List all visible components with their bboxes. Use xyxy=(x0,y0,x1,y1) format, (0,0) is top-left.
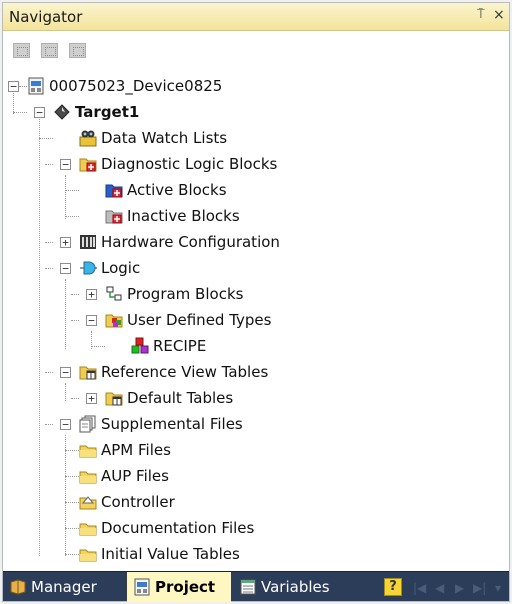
tree-label: Default Tables xyxy=(127,389,234,407)
title-bar: Navigator ⍑ × xyxy=(3,3,509,31)
navigator-tab-bar: Manager Project Variables ? |◀ ◀ ▶ ▶| ▾ xyxy=(3,571,509,602)
target-diamond-icon xyxy=(54,104,70,120)
properties-icon[interactable] xyxy=(41,43,58,58)
folder-icon xyxy=(79,158,97,172)
menu-chevron-icon[interactable]: ▾ xyxy=(495,581,501,595)
pin-icon[interactable]: ⍑ xyxy=(477,7,485,22)
tree-label: Hardware Configuration xyxy=(101,233,280,251)
expand-hardware-toggle[interactable]: + xyxy=(60,237,71,248)
manager-icon xyxy=(10,579,26,595)
documents-icon xyxy=(79,415,96,433)
tree-label: Supplemental Files xyxy=(101,415,243,433)
close-icon[interactable]: × xyxy=(493,7,505,23)
folder-icon xyxy=(79,471,97,484)
folder-icon xyxy=(79,445,97,458)
tab-manager[interactable]: Manager xyxy=(3,572,125,602)
watch-list-icon xyxy=(79,130,97,147)
project-icon xyxy=(134,578,150,596)
navigator-panel: Navigator ⍑ × − − − + − + − − + − 000750… xyxy=(2,2,510,602)
logic-icon xyxy=(80,261,97,275)
folder-icon xyxy=(79,366,97,380)
device-icon xyxy=(28,77,44,95)
tree-label: Diagnostic Logic Blocks xyxy=(101,155,278,173)
collapse-reference-toggle[interactable]: − xyxy=(60,367,71,378)
tab-label: Project xyxy=(155,578,216,596)
collapse-target-toggle[interactable]: − xyxy=(34,107,45,118)
tab-variables[interactable]: Variables xyxy=(233,572,379,602)
collapse-udt-toggle[interactable]: − xyxy=(86,315,97,326)
program-blocks-icon xyxy=(106,286,122,301)
panel-title: Navigator xyxy=(9,8,83,26)
tree-label: 00075023_Device0825 xyxy=(49,77,223,95)
tree-label: Initial Value Tables xyxy=(101,545,240,563)
tree-label: AUP Files xyxy=(101,467,169,485)
inactive-blocks-folder-icon xyxy=(105,210,123,224)
grid-view-icon[interactable] xyxy=(13,43,30,58)
last-page-icon[interactable]: ▶| xyxy=(473,581,486,595)
folder-icon xyxy=(105,392,123,406)
toolbar xyxy=(3,32,509,68)
controller-folder-icon xyxy=(79,496,97,510)
tab-label: Variables xyxy=(261,578,330,596)
folder-icon xyxy=(79,523,97,536)
prev-page-icon[interactable]: ◀ xyxy=(435,581,444,595)
collapse-device-toggle[interactable]: − xyxy=(8,81,19,92)
project-tree: − − − + − + − − + − 00075023_Device0825 … xyxy=(3,69,509,569)
tree-label: Reference View Tables xyxy=(101,363,269,381)
tree-label: APM Files xyxy=(101,441,171,459)
tree-label: Target1 xyxy=(75,103,140,121)
tree-label: Active Blocks xyxy=(127,181,227,199)
tree-label: Data Watch Lists xyxy=(101,129,228,147)
udt-folder-icon xyxy=(105,314,123,328)
tab-label: Manager xyxy=(31,578,97,596)
tree-label: Program Blocks xyxy=(127,285,244,303)
collapse-supplemental-toggle[interactable]: − xyxy=(60,419,71,430)
tree-label: Logic xyxy=(101,259,141,277)
tree-label: Inactive Blocks xyxy=(127,207,240,225)
hardware-rack-icon xyxy=(80,235,96,249)
help-icon[interactable]: ? xyxy=(384,578,402,596)
next-page-icon[interactable]: ▶ xyxy=(455,581,464,595)
recipe-cubes-icon xyxy=(131,337,149,354)
inspector-icon[interactable] xyxy=(69,43,86,58)
first-page-icon[interactable]: |◀ xyxy=(413,581,426,595)
tree-label: User Defined Types xyxy=(127,311,272,329)
variables-icon xyxy=(240,579,256,595)
collapse-logic-toggle[interactable]: − xyxy=(60,263,71,274)
tree-label: Documentation Files xyxy=(101,519,255,537)
folder-icon xyxy=(79,549,97,562)
tree-label: RECIPE xyxy=(153,337,207,355)
expand-default-tables-toggle[interactable]: + xyxy=(86,393,97,404)
expand-program-blocks-toggle[interactable]: + xyxy=(86,289,97,300)
collapse-diagnostic-toggle[interactable]: − xyxy=(60,159,71,170)
tab-project[interactable]: Project xyxy=(127,572,231,602)
tree-label: Controller xyxy=(101,493,175,511)
active-blocks-folder-icon xyxy=(105,184,123,198)
